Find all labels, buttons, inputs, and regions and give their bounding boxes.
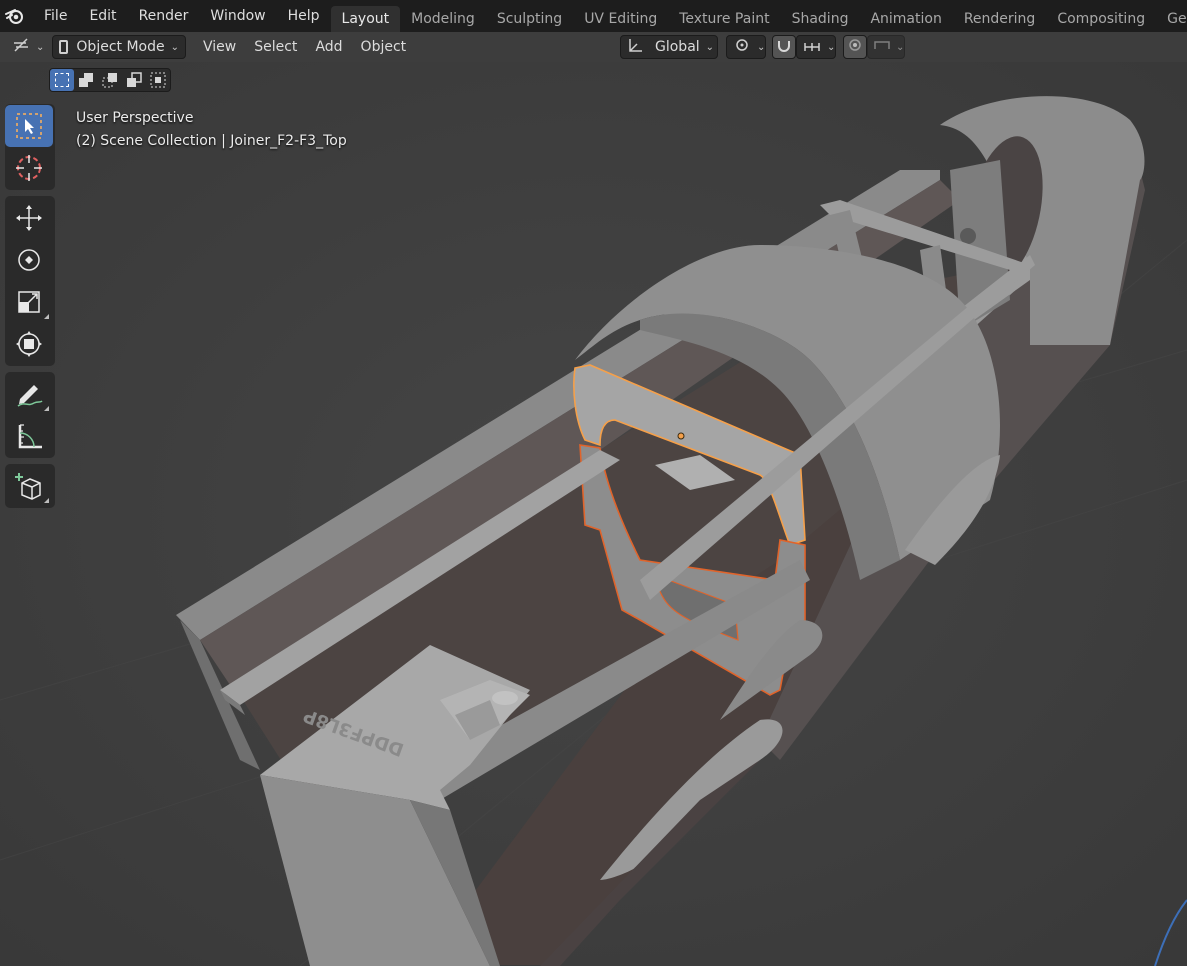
annotate-icon	[17, 385, 43, 407]
tool-rotate[interactable]	[5, 239, 53, 281]
orientation-label: Global	[655, 39, 700, 55]
snap-target-dropdown[interactable]: ⌄	[796, 35, 836, 59]
tool-scale[interactable]	[5, 281, 53, 323]
menu-select[interactable]: Select	[245, 39, 306, 55]
chevron-down-icon: ⌄	[827, 41, 836, 53]
menu-edit[interactable]: Edit	[78, 0, 127, 32]
tab-shading[interactable]: Shading	[781, 6, 860, 32]
scale-icon	[18, 291, 40, 313]
mode-label: Object Mode	[76, 39, 165, 55]
orientation-dropdown[interactable]: Global ⌄	[620, 35, 718, 59]
transform-icon	[16, 331, 42, 357]
pivot-dropdown[interactable]: ⌄	[726, 35, 766, 59]
tab-modeling[interactable]: Modeling	[400, 6, 486, 32]
pivot-icon	[733, 37, 751, 57]
select-subtract-icon	[102, 73, 117, 88]
collection-label: (2) Scene Collection | Joiner_F2-F3_Top	[76, 133, 347, 149]
chevron-down-icon: ⌄	[896, 41, 905, 53]
tab-uv-editing[interactable]: UV Editing	[573, 6, 668, 32]
tool-select-box[interactable]	[5, 105, 53, 147]
magnet-icon	[776, 37, 792, 57]
tool-move[interactable]	[5, 197, 53, 239]
select-new-button[interactable]	[50, 69, 74, 91]
select-intersect-icon	[150, 72, 166, 88]
move-icon	[16, 205, 42, 231]
tab-layout[interactable]: Layout	[330, 6, 401, 32]
orientation-icon	[627, 37, 645, 57]
tool-cursor[interactable]	[5, 147, 53, 189]
measure-icon	[18, 424, 42, 449]
editor-type-button[interactable]: ⌄	[6, 35, 46, 59]
menu-render[interactable]: Render	[128, 0, 200, 32]
menu-object[interactable]: Object	[352, 39, 416, 55]
menu-file[interactable]: File	[33, 0, 78, 32]
select-extend-icon	[79, 73, 93, 87]
top-menu-bar: File Edit Render Window Help Layout Mode…	[0, 0, 1187, 32]
tool-group-annotate	[5, 372, 55, 458]
editor-type-icon	[12, 37, 30, 57]
tool-group-select	[5, 104, 55, 190]
tool-shelf	[5, 104, 55, 514]
tool-measure[interactable]	[5, 415, 53, 457]
viewport-3d-scene[interactable]: DDPF3L8P	[0, 62, 1187, 966]
select-subtract-button[interactable]	[98, 69, 122, 91]
tool-transform[interactable]	[5, 323, 53, 365]
select-intersect-button[interactable]	[146, 69, 170, 91]
chevron-down-icon: ⌄	[36, 41, 45, 53]
tool-group-add	[5, 464, 55, 508]
tool-annotate[interactable]	[5, 373, 53, 415]
tab-animation[interactable]: Animation	[859, 6, 952, 32]
select-invert-icon	[127, 72, 142, 87]
mode-dropdown[interactable]: Object Mode ⌄	[52, 35, 186, 59]
select-extend-button[interactable]	[74, 69, 98, 91]
tab-compositing[interactable]: Compositing	[1046, 6, 1156, 32]
add-cube-icon	[15, 473, 41, 500]
chevron-down-icon: ⌄	[705, 41, 715, 53]
select-box-icon	[16, 113, 42, 139]
chevron-down-icon: ⌄	[757, 41, 766, 53]
viewport-info: User Perspective (2) Scene Collection | …	[76, 107, 347, 153]
tab-geometry[interactable]: Geometry	[1156, 6, 1187, 32]
tool-group-transform	[5, 196, 55, 366]
falloff-dropdown[interactable]: ⌄	[867, 35, 905, 59]
falloff-icon	[874, 39, 890, 55]
blender-logo-icon[interactable]	[5, 5, 25, 27]
object-mode-icon	[59, 40, 69, 54]
select-new-icon	[55, 73, 69, 87]
tab-rendering[interactable]: Rendering	[953, 6, 1047, 32]
snap-toggle[interactable]	[772, 35, 796, 59]
proportional-edit-icon	[848, 38, 862, 56]
proportional-edit-toggle[interactable]	[843, 35, 867, 59]
cursor-icon	[16, 155, 42, 181]
menu-window[interactable]: Window	[199, 0, 276, 32]
tool-add-cube[interactable]	[5, 465, 53, 507]
tab-texture-paint[interactable]: Texture Paint	[668, 6, 780, 32]
snap-increment-icon	[803, 37, 821, 57]
selection-mode-group	[49, 68, 171, 92]
viewport-header: ⌄ Object Mode ⌄ View Select Add Object G…	[0, 32, 1187, 62]
rotate-icon	[18, 249, 40, 271]
menu-view[interactable]: View	[194, 39, 245, 55]
perspective-label: User Perspective	[76, 110, 194, 126]
tab-sculpting[interactable]: Sculpting	[486, 6, 573, 32]
chevron-down-icon: ⌄	[170, 41, 179, 53]
menu-add[interactable]: Add	[306, 39, 351, 55]
menu-help[interactable]: Help	[277, 0, 331, 32]
select-invert-button[interactable]	[122, 69, 146, 91]
